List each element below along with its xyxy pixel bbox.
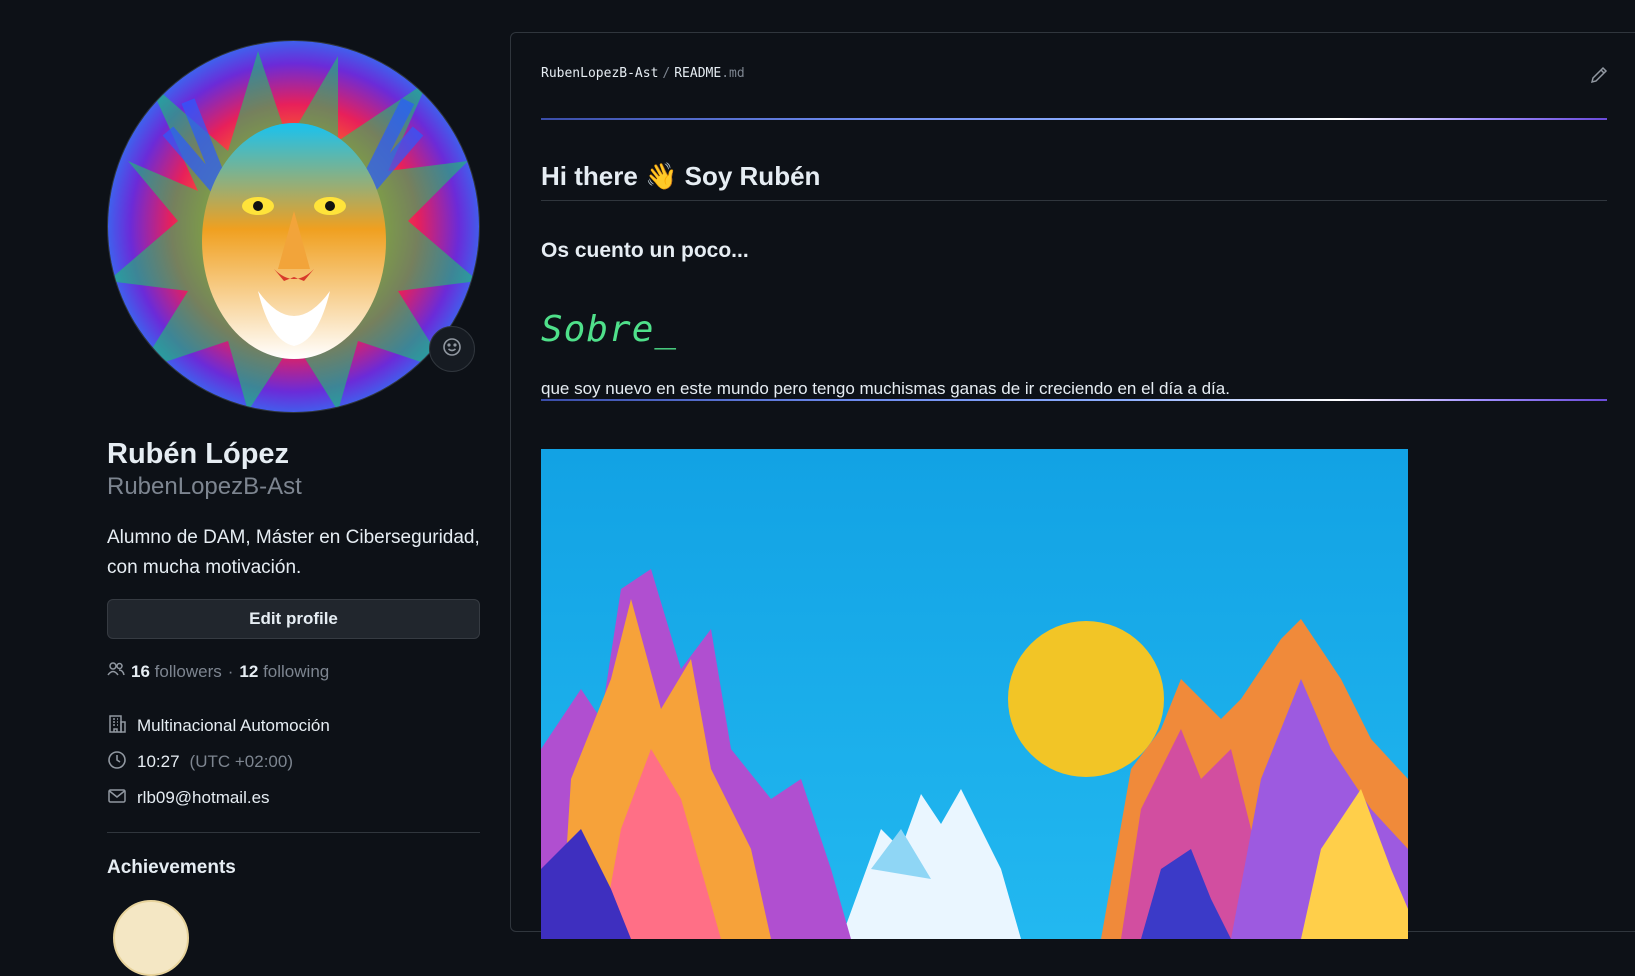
timezone: (UTC +02:00) [189,752,293,771]
achievements-heading: Achievements [107,857,236,878]
localtime-row: 10:27 (UTC +02:00) [107,744,480,780]
following-link[interactable]: 12 following [239,662,329,682]
rainbow-divider-top [541,118,1607,120]
edit-readme-button[interactable] [1589,65,1609,90]
rainbow-divider-bottom [541,399,1607,401]
readme-extension: .md [721,66,745,81]
breadcrumb-separator: / [662,66,671,81]
follow-separator: · [227,661,234,681]
achievement-badge[interactable] [113,900,189,976]
typing-svg-text: Sobre_ [541,309,678,350]
readme-breadcrumb: RubenLopezB-Ast / README.md [541,66,745,81]
organization-icon [107,714,127,739]
profile-sidebar: Rubén López RubenLopezB-Ast Alumno de DA… [107,40,480,976]
sidebar-divider [107,832,480,833]
mail-icon [107,786,127,811]
smiley-icon [442,337,462,362]
set-status-button[interactable] [429,326,475,372]
following-label: following [263,661,330,681]
avatar-container [107,40,480,413]
pencil-icon [1589,66,1609,89]
profile-bio: Alumno de DAM, Máster en Ciberseguridad,… [107,527,480,578]
followers-link[interactable]: 16 followers [131,662,222,682]
email-link[interactable]: rlb09@hotmail.es [137,788,270,808]
followers-label: followers [154,661,222,681]
email-row: rlb09@hotmail.es [107,780,480,816]
clock-icon [107,750,127,775]
readme-subheading: Os cuento un poco... [541,239,749,262]
following-count: 12 [239,661,259,681]
followers-count: 16 [131,661,150,681]
readme-filename: README [674,66,722,81]
follow-stats: 16 followers · 12 following [107,661,480,682]
repo-owner-link[interactable]: RubenLopezB-Ast [541,66,658,81]
readme-paragraph: que soy nuevo en este mundo pero tengo m… [541,379,1230,398]
people-icon [107,661,125,682]
local-time: 10:27 [137,752,180,771]
profile-username: RubenLopezB-Ast [107,473,302,500]
readme-panel: RubenLopezB-Ast / README.md Hi there 👋 Soy… [510,32,1635,939]
company-row: Multinacional Automoción [107,708,480,744]
profile-name: Rubén López [107,438,290,470]
mountain-illustration [541,449,1408,939]
readme-heading: Hi there 👋 Soy Rubén [541,161,1607,201]
edit-profile-button[interactable]: Edit profile [107,599,480,639]
profile-details: Multinacional Automoción 10:27 (UTC +02:… [107,708,480,816]
company-text: Multinacional Automoción [137,716,330,735]
avatar[interactable] [107,40,480,413]
